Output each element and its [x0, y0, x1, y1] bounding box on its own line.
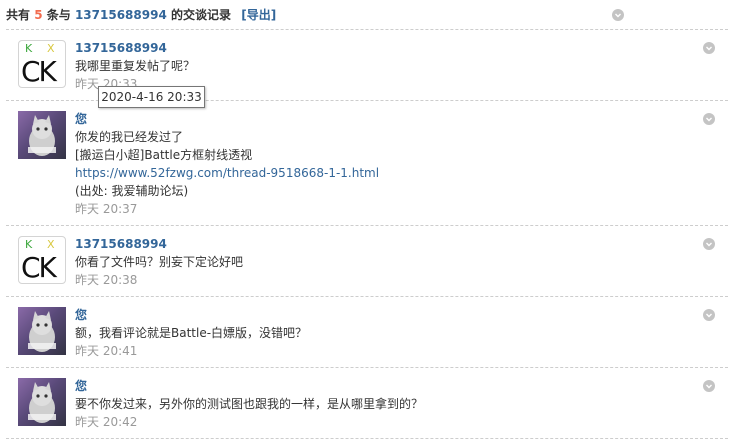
message-item: 您 你发的我已经发过了 [搬运白小超]Battle方框射线透视 https://… — [6, 101, 728, 226]
message-time: 昨天 20:38 — [75, 273, 138, 287]
message-text: 你发的我已经发过了 — [75, 130, 184, 144]
avatar-letter-x: X — [47, 42, 55, 55]
header-suffix: 的交谈记录 — [171, 8, 232, 22]
close-circle-icon[interactable] — [703, 238, 715, 253]
message-text: 要不你发过来，另外你的测试图也跟我的一样，是从哪里拿到的？ — [75, 397, 424, 411]
message-time: 昨天 20:42 — [75, 415, 138, 429]
avatar[interactable] — [18, 378, 66, 426]
avatar[interactable] — [18, 111, 66, 159]
message-text: 额，我看评论就是Battle-白嫖版，没错吧？ — [75, 326, 308, 340]
close-circle-icon[interactable] — [703, 380, 715, 395]
message-item: 您 额，我看评论就是Battle-白嫖版，没错吧？ 昨天 20:41 — [6, 297, 728, 368]
close-circle-icon[interactable] — [703, 113, 715, 128]
avatar-letters-ck: CK — [21, 251, 57, 284]
message-text: 你看了文件吗？别妄下定论好吧 — [75, 255, 244, 269]
message-item: K X CK 13715688994 你看了文件吗？别妄下定论好吧 昨天 20:… — [6, 226, 728, 297]
sender-name[interactable]: 13715688994 — [75, 236, 167, 252]
avatar[interactable]: K X CK — [18, 40, 66, 88]
export-link[interactable]: [导出] — [241, 8, 276, 22]
message-item: 您 要不你发过来，另外你的测试图也跟我的一样，是从哪里拿到的？ 昨天 20:42 — [6, 368, 728, 439]
message-time: 昨天 20:41 — [75, 344, 138, 358]
avatar-letter-x: X — [47, 238, 55, 251]
header-prefix: 共有 — [6, 8, 31, 22]
avatar-letter-k: K — [25, 238, 33, 251]
avatar-letters-ck: CK — [21, 55, 57, 88]
sender-name[interactable]: 您 — [75, 307, 87, 323]
message-time: 昨天 20:37 — [75, 202, 138, 216]
sender-name[interactable]: 您 — [75, 111, 87, 127]
peer-name: 13715688994 — [74, 8, 167, 22]
thread-link[interactable]: https://www.52fzwg.com/thread-9518668-1-… — [75, 165, 379, 181]
close-circle-icon[interactable] — [612, 9, 624, 24]
message-text: 我哪里重复发帖了呢？ — [75, 59, 196, 73]
message-count: 5 — [34, 8, 43, 22]
message-source: (出处: 我爱辅助论坛) — [75, 184, 189, 198]
close-circle-icon[interactable] — [703, 309, 715, 324]
avatar[interactable]: K X CK — [18, 236, 66, 284]
header-mid: 条与 — [46, 8, 71, 22]
conversation-header: 共有 5 条与 13715688994 的交谈记录 [导出] — [6, 6, 628, 24]
sender-name[interactable]: 13715688994 — [75, 40, 167, 56]
sender-name[interactable]: 您 — [75, 378, 87, 394]
message-text: [搬运白小超]Battle方框射线透视 — [75, 148, 253, 162]
close-circle-icon[interactable] — [703, 42, 715, 57]
avatar[interactable] — [18, 307, 66, 355]
avatar-letter-k: K — [25, 42, 33, 55]
timestamp-tooltip: 2020-4-16 20:33 — [98, 86, 205, 108]
